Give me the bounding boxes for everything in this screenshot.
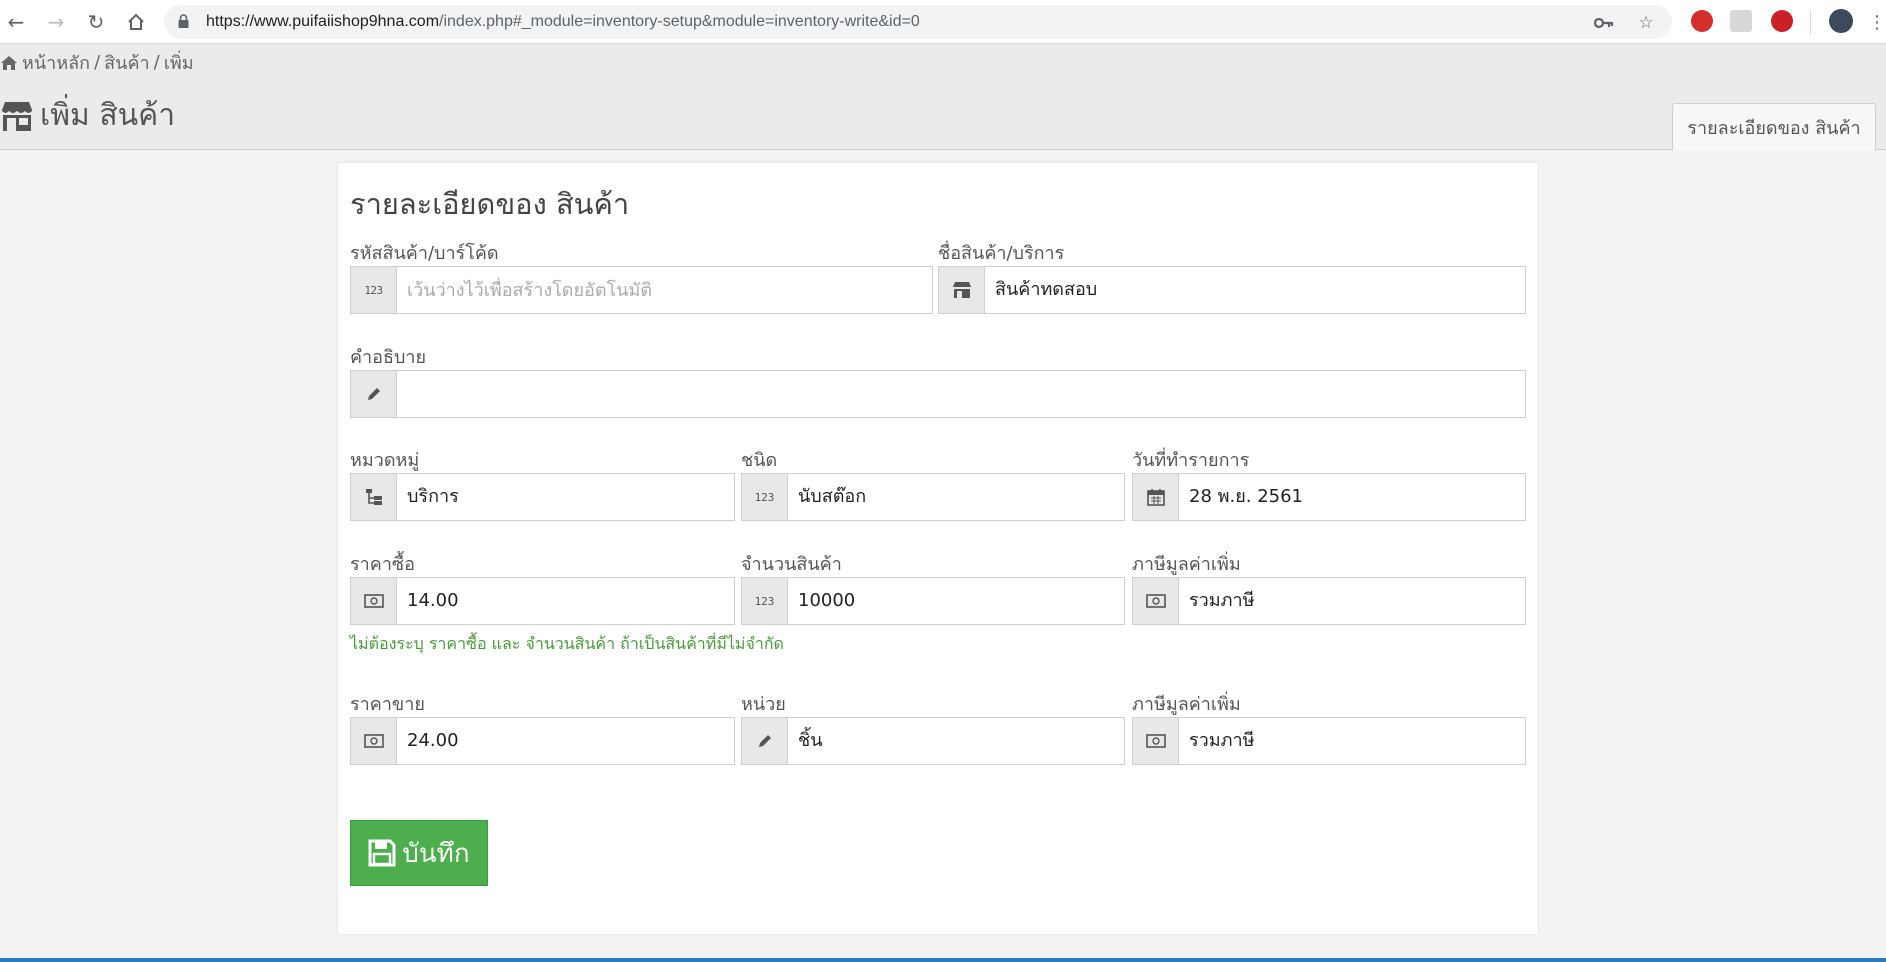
browser-toolbar: ← → ↻ https://www.puifaiishop9hna.com/in… — [0, 0, 1886, 44]
star-icon[interactable]: ☆ — [1636, 13, 1656, 33]
quantity-input[interactable]: 10000 — [788, 578, 1124, 624]
menu-icon[interactable]: ⋮ — [1868, 8, 1886, 36]
money-icon — [1133, 718, 1179, 764]
page-title: เพิ่ม สินค้า — [0, 92, 175, 139]
product-code-field: รหัสสินค้า/บาร์โค้ด 123 — [350, 238, 933, 318]
date-field: วันที่ทำรายการ 28 พ.ย. 2561 — [1132, 445, 1526, 525]
breadcrumb-separator: / — [94, 52, 101, 73]
tab-product-details[interactable]: รายละเอียดของ สินค้า — [1672, 103, 1876, 151]
product-form-panel: รายละเอียดของ สินค้า รหัสสินค้า/บาร์โค้ด… — [338, 163, 1538, 934]
money-icon — [1133, 578, 1179, 624]
pencil-icon — [742, 718, 788, 764]
calendar-icon — [1133, 474, 1179, 520]
opera-extension-icon[interactable] — [1691, 10, 1713, 32]
money-icon — [351, 718, 397, 764]
vat-buy-label: ภาษีมูลค่าเพิ่ม — [1132, 554, 1241, 575]
date-label: วันที่ทำรายการ — [1132, 450, 1250, 471]
vat-sell-select[interactable]: รวมภาษี — [1179, 718, 1525, 764]
bottom-accent-line — [0, 958, 1886, 962]
sell-price-input[interactable]: 24.00 — [397, 718, 734, 764]
breadcrumb-section[interactable]: สินค้า — [104, 48, 149, 77]
description-label: คำอธิบาย — [350, 347, 427, 368]
page-title-text: เพิ่ม สินค้า — [40, 98, 176, 133]
home-icon — [1, 55, 17, 70]
url-text: https://www.puifaiishop9hna.com/index.ph… — [206, 13, 920, 30]
cost-price-label: ราคาซื้อ — [350, 554, 415, 575]
save-icon — [368, 839, 396, 867]
pinterest-extension-icon[interactable] — [1771, 10, 1793, 32]
product-name-field: ชื่อสินค้า/บริการ สินค้าทดสอบ — [938, 238, 1526, 318]
toolbar-divider — [1810, 10, 1811, 34]
breadcrumb-home[interactable]: หน้าหลัก — [22, 48, 90, 77]
shop-icon — [939, 267, 985, 313]
vat-buy-field: ภาษีมูลค่าเพิ่ม รวมภาษี — [1132, 549, 1526, 629]
lock-icon — [178, 14, 189, 28]
numbers-icon: 123 — [742, 578, 788, 624]
reload-icon[interactable]: ↻ — [82, 8, 110, 36]
product-name-input[interactable]: สินค้าทดสอบ — [985, 267, 1525, 313]
profile-avatar[interactable] — [1829, 9, 1853, 33]
save-button[interactable]: บันทึก — [350, 820, 488, 886]
category-label: หมวดหมู่ — [350, 450, 420, 471]
home-icon[interactable] — [122, 8, 150, 36]
numbers-icon: 123 — [351, 267, 397, 313]
key-icon[interactable] — [1594, 13, 1614, 33]
vat-sell-label: ภาษีมูลค่าเพิ่ม — [1132, 694, 1241, 715]
save-button-label: บันทึก — [402, 838, 470, 869]
breadcrumb-current: เพิ่ม — [163, 53, 194, 74]
category-select[interactable]: บริการ — [397, 474, 734, 520]
type-select[interactable]: นับสต๊อก — [788, 474, 1124, 520]
pencil-icon — [351, 371, 397, 417]
vat-sell-field: ภาษีมูลค่าเพิ่ม รวมภาษี — [1132, 689, 1526, 769]
quantity-hint: ไม่ต้องระบุ ราคาซื้อ และ จำนวนสินค้า ถ้า… — [350, 634, 784, 653]
date-input[interactable]: 28 พ.ย. 2561 — [1179, 474, 1525, 520]
description-input[interactable] — [397, 371, 1525, 417]
product-name-label: ชื่อสินค้า/บริการ — [938, 243, 1065, 264]
panel-title: รายละเอียดของ สินค้า — [350, 187, 630, 221]
unit-input[interactable]: ชิ้น — [788, 718, 1124, 764]
pdf-extension-icon[interactable] — [1730, 10, 1752, 32]
shop-icon — [1, 101, 33, 131]
description-field: คำอธิบาย — [350, 342, 1526, 422]
address-bar[interactable]: https://www.puifaiishop9hna.com/index.ph… — [164, 5, 1672, 39]
unit-field: หน่วย ชิ้น — [741, 689, 1125, 769]
money-icon — [351, 578, 397, 624]
quantity-field: จำนวนสินค้า 123 10000 — [741, 549, 1125, 629]
product-code-input[interactable] — [397, 267, 932, 313]
cost-price-input[interactable]: 14.00 — [397, 578, 734, 624]
back-icon[interactable]: ← — [2, 8, 30, 36]
product-code-label: รหัสสินค้า/บาร์โค้ด — [350, 243, 499, 264]
vat-buy-select[interactable]: รวมภาษี — [1179, 578, 1525, 624]
forward-icon[interactable]: → — [42, 8, 70, 36]
unit-label: หน่วย — [741, 694, 786, 715]
quantity-label: จำนวนสินค้า — [741, 554, 842, 575]
breadcrumb-separator: / — [153, 52, 160, 73]
cost-price-field: ราคาซื้อ 14.00 — [350, 549, 735, 629]
sell-price-label: ราคาขาย — [350, 694, 425, 715]
category-field: หมวดหมู่ บริการ — [350, 445, 735, 525]
tree-icon — [351, 474, 397, 520]
type-field: ชนิด 123 นับสต๊อก — [741, 445, 1125, 525]
sell-price-field: ราคาขาย 24.00 — [350, 689, 735, 769]
breadcrumb: หน้าหลัก / สินค้า / เพิ่ม — [0, 48, 194, 77]
numbers-icon: 123 — [742, 474, 788, 520]
page-header: หน้าหลัก / สินค้า / เพิ่ม เพิ่ม สินค้า ร… — [0, 44, 1886, 151]
type-label: ชนิด — [741, 450, 778, 471]
